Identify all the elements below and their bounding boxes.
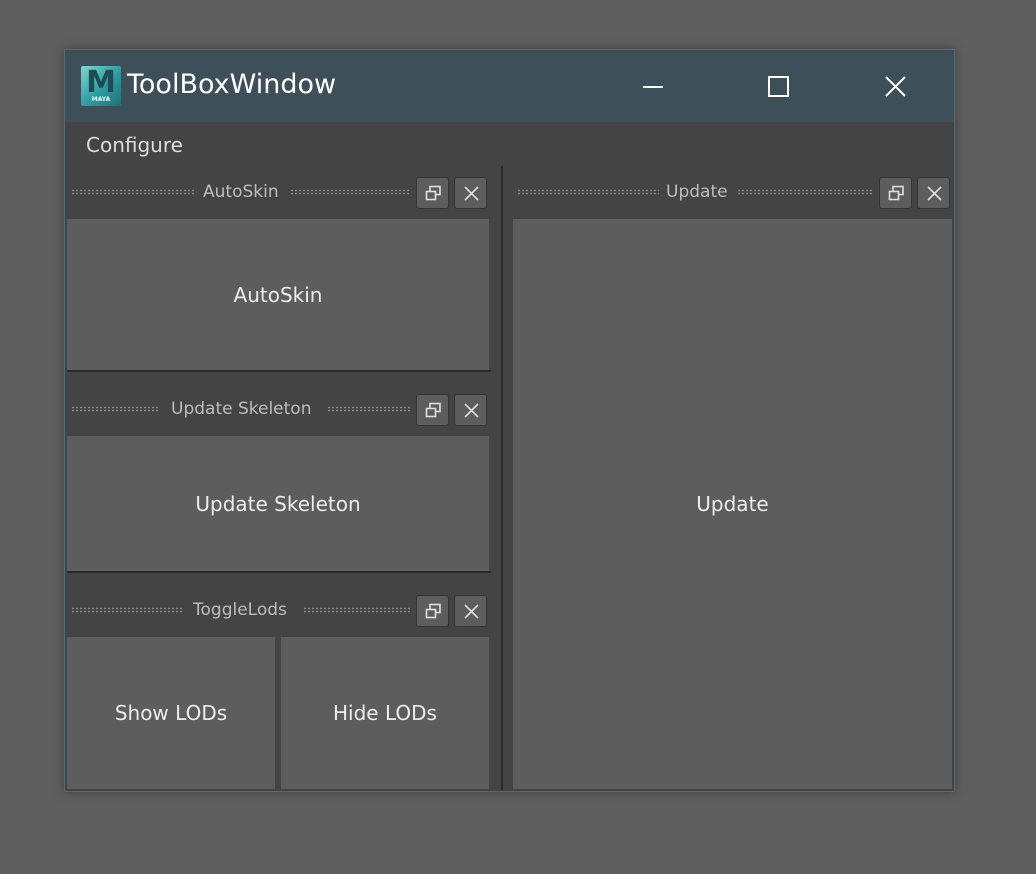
divider	[67, 370, 491, 372]
float-icon	[425, 603, 441, 619]
toolbox-window: M MAYA ToolBoxWindow Configure AutoSkin	[64, 49, 955, 792]
update-panel-header[interactable]: Update	[513, 167, 954, 217]
maya-logo-icon: M MAYA	[81, 66, 121, 106]
menu-configure[interactable]: Configure	[86, 132, 183, 158]
divider	[67, 571, 491, 573]
minimize-icon	[643, 86, 663, 88]
autoskin-button[interactable]: AutoSkin	[67, 219, 489, 370]
title-bar[interactable]: M MAYA ToolBoxWindow	[65, 50, 954, 122]
close-icon	[927, 186, 942, 201]
drag-grip[interactable]	[737, 189, 873, 195]
close-icon	[885, 76, 906, 97]
drag-grip[interactable]	[327, 406, 411, 412]
panel-title: Update	[666, 182, 728, 202]
panel-title: Update Skeleton	[171, 399, 312, 419]
panel-title: AutoSkin	[203, 182, 279, 202]
show-lods-button[interactable]: Show LODs	[67, 637, 275, 789]
drag-grip[interactable]	[517, 189, 659, 195]
float-icon	[425, 402, 441, 418]
hide-lods-button[interactable]: Hide LODs	[281, 637, 489, 789]
close-button[interactable]	[878, 70, 912, 104]
float-panel-button[interactable]	[416, 394, 449, 426]
dock-splitter[interactable]	[491, 166, 513, 790]
float-panel-button[interactable]	[416, 595, 449, 627]
window-title: ToolBoxWindow	[127, 69, 337, 100]
drag-grip[interactable]	[303, 607, 411, 613]
menu-bar: Configure	[65, 122, 954, 166]
togglelods-panel-header[interactable]: ToggleLods	[67, 585, 491, 635]
close-panel-button[interactable]	[917, 177, 950, 209]
float-panel-button[interactable]	[416, 177, 449, 209]
close-icon	[464, 186, 479, 201]
close-panel-button[interactable]	[454, 394, 487, 426]
close-icon	[464, 403, 479, 418]
panel-title: ToggleLods	[193, 600, 287, 620]
drag-grip[interactable]	[71, 189, 195, 195]
drag-grip[interactable]	[71, 406, 159, 412]
update-skeleton-button[interactable]: Update Skeleton	[67, 436, 489, 571]
close-icon	[464, 604, 479, 619]
float-panel-button[interactable]	[879, 177, 912, 209]
update-skeleton-panel-header[interactable]: Update Skeleton	[67, 384, 491, 434]
float-icon	[888, 185, 904, 201]
splitter-line	[501, 166, 503, 790]
drag-grip[interactable]	[290, 189, 410, 195]
close-panel-button[interactable]	[454, 177, 487, 209]
float-icon	[425, 185, 441, 201]
drag-grip[interactable]	[71, 607, 183, 613]
close-panel-button[interactable]	[454, 595, 487, 627]
update-button[interactable]: Update	[513, 219, 952, 789]
minimize-button[interactable]	[636, 70, 670, 104]
maximize-button[interactable]	[761, 70, 795, 104]
autoskin-panel-header[interactable]: AutoSkin	[67, 167, 491, 217]
maximize-icon	[768, 76, 789, 97]
